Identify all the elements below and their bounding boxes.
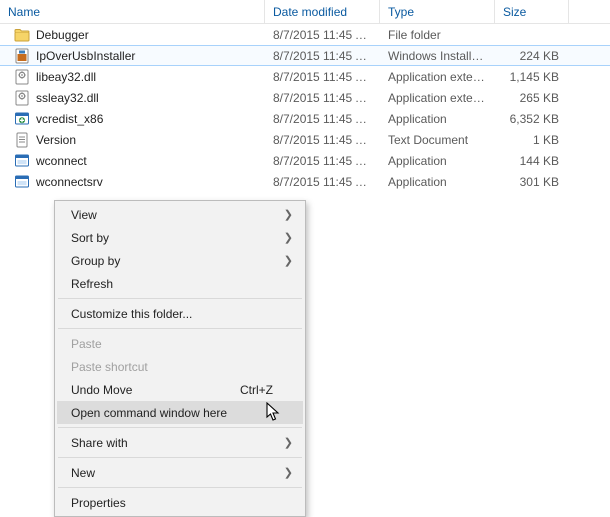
- chevron-right-icon: ❯: [284, 231, 293, 244]
- file-date: 8/7/2015 11:45 AM: [265, 45, 380, 67]
- menu-item-label: New: [71, 466, 95, 480]
- menu-item-new[interactable]: New ❯: [57, 461, 303, 484]
- file-row[interactable]: Debugger 8/7/2015 11:45 AMFile folder: [0, 24, 610, 45]
- file-size: 224 KB: [495, 45, 569, 67]
- column-header-date[interactable]: Date modified: [265, 0, 380, 23]
- menu-shortcut: Ctrl+Z: [240, 383, 273, 397]
- column-header-type[interactable]: Type: [380, 0, 495, 23]
- context-menu: View ❯ Sort by ❯ Group by ❯ Refresh Customize t…: [54, 200, 306, 517]
- menu-item-view[interactable]: View ❯: [57, 203, 303, 226]
- txt-icon: [14, 132, 30, 148]
- file-name: wconnectsrv: [36, 175, 103, 189]
- menu-item-customize-this-folder[interactable]: Customize this folder...: [57, 302, 303, 325]
- menu-item-label: Sort by: [71, 231, 109, 245]
- file-type: Application: [380, 108, 495, 130]
- file-date: 8/7/2015 11:45 AM: [265, 24, 380, 46]
- menu-item-open-command-window-here[interactable]: Open command window here: [57, 401, 303, 424]
- dll-icon: [14, 90, 30, 106]
- file-type: Text Document: [380, 129, 495, 151]
- file-size: 1 KB: [495, 129, 569, 151]
- exe-icon: [14, 174, 30, 190]
- file-row[interactable]: IpOverUsbInstaller 8/7/2015 11:45 AMWindo…: [0, 45, 610, 66]
- file-size: 265 KB: [495, 87, 569, 109]
- file-type: Application: [380, 150, 495, 172]
- file-type: Application: [380, 171, 495, 193]
- file-row[interactable]: vcredist_x86 8/7/2015 11:45 AMApplication…: [0, 108, 610, 129]
- menu-item-label: Customize this folder...: [71, 307, 192, 321]
- menu-item-label: Group by: [71, 254, 120, 268]
- file-size: 301 KB: [495, 171, 569, 193]
- chevron-right-icon: ❯: [284, 208, 293, 221]
- file-name: IpOverUsbInstaller: [36, 49, 135, 63]
- file-name: wconnect: [36, 154, 87, 168]
- menu-separator: [58, 487, 302, 488]
- file-date: 8/7/2015 11:45 AM: [265, 87, 380, 109]
- file-type: Windows Installer ...: [380, 45, 495, 67]
- menu-item-label: Open command window here: [71, 406, 227, 420]
- file-name: libeay32.dll: [36, 70, 96, 84]
- msi-icon: [14, 48, 30, 64]
- exe-icon: [14, 153, 30, 169]
- file-date: 8/7/2015 11:45 AM: [265, 171, 380, 193]
- file-size: 6,352 KB: [495, 108, 569, 130]
- column-header-name[interactable]: Name: [0, 0, 265, 23]
- menu-item-label: Share with: [71, 436, 128, 450]
- menu-separator: [58, 298, 302, 299]
- column-header-size[interactable]: Size: [495, 0, 569, 23]
- menu-separator: [58, 328, 302, 329]
- file-type: Application extens...: [380, 66, 495, 88]
- file-row[interactable]: ssleay32.dll 8/7/2015 11:45 AMApplication…: [0, 87, 610, 108]
- file-type: Application extens...: [380, 87, 495, 109]
- menu-item-paste: Paste: [57, 332, 303, 355]
- menu-item-refresh[interactable]: Refresh: [57, 272, 303, 295]
- menu-item-paste-shortcut: Paste shortcut: [57, 355, 303, 378]
- menu-item-sort-by[interactable]: Sort by ❯: [57, 226, 303, 249]
- menu-item-label: Paste: [71, 337, 102, 351]
- file-size: 144 KB: [495, 150, 569, 172]
- file-name: ssleay32.dll: [36, 91, 99, 105]
- file-size: [495, 31, 569, 39]
- file-row[interactable]: Version 8/7/2015 11:45 AMText Document1 K…: [0, 129, 610, 150]
- menu-item-share-with[interactable]: Share with ❯: [57, 431, 303, 454]
- chevron-right-icon: ❯: [284, 466, 293, 479]
- file-size: 1,145 KB: [495, 66, 569, 88]
- menu-item-label: Paste shortcut: [71, 360, 148, 374]
- menu-separator: [58, 457, 302, 458]
- menu-item-label: Properties: [71, 496, 126, 510]
- menu-item-group-by[interactable]: Group by ❯: [57, 249, 303, 272]
- menu-item-label: Refresh: [71, 277, 113, 291]
- column-header-row: Name Date modified Type Size: [0, 0, 610, 24]
- menu-separator: [58, 427, 302, 428]
- file-name: Version: [36, 133, 76, 147]
- file-row[interactable]: wconnect 8/7/2015 11:45 AMApplication144 …: [0, 150, 610, 171]
- chevron-right-icon: ❯: [284, 254, 293, 267]
- file-date: 8/7/2015 11:45 AM: [265, 66, 380, 88]
- file-list: Debugger8/7/2015 11:45 AMFile folderIpOv…: [0, 24, 610, 192]
- file-type: File folder: [380, 24, 495, 46]
- dll-icon: [14, 69, 30, 85]
- file-name: vcredist_x86: [36, 112, 103, 126]
- file-date: 8/7/2015 11:45 AM: [265, 150, 380, 172]
- menu-item-label: Undo Move: [71, 383, 132, 397]
- menu-item-properties[interactable]: Properties: [57, 491, 303, 514]
- folder-icon: [14, 27, 30, 43]
- file-row[interactable]: wconnectsrv 8/7/2015 11:45 AMApplication3…: [0, 171, 610, 192]
- menu-item-undo-move[interactable]: Undo Move Ctrl+Z: [57, 378, 303, 401]
- file-name: Debugger: [36, 28, 89, 42]
- file-row[interactable]: libeay32.dll 8/7/2015 11:45 AMApplication…: [0, 66, 610, 87]
- menu-item-label: View: [71, 208, 97, 222]
- file-date: 8/7/2015 11:45 AM: [265, 129, 380, 151]
- exe2-icon: [14, 111, 30, 127]
- file-date: 8/7/2015 11:45 AM: [265, 108, 380, 130]
- chevron-right-icon: ❯: [284, 436, 293, 449]
